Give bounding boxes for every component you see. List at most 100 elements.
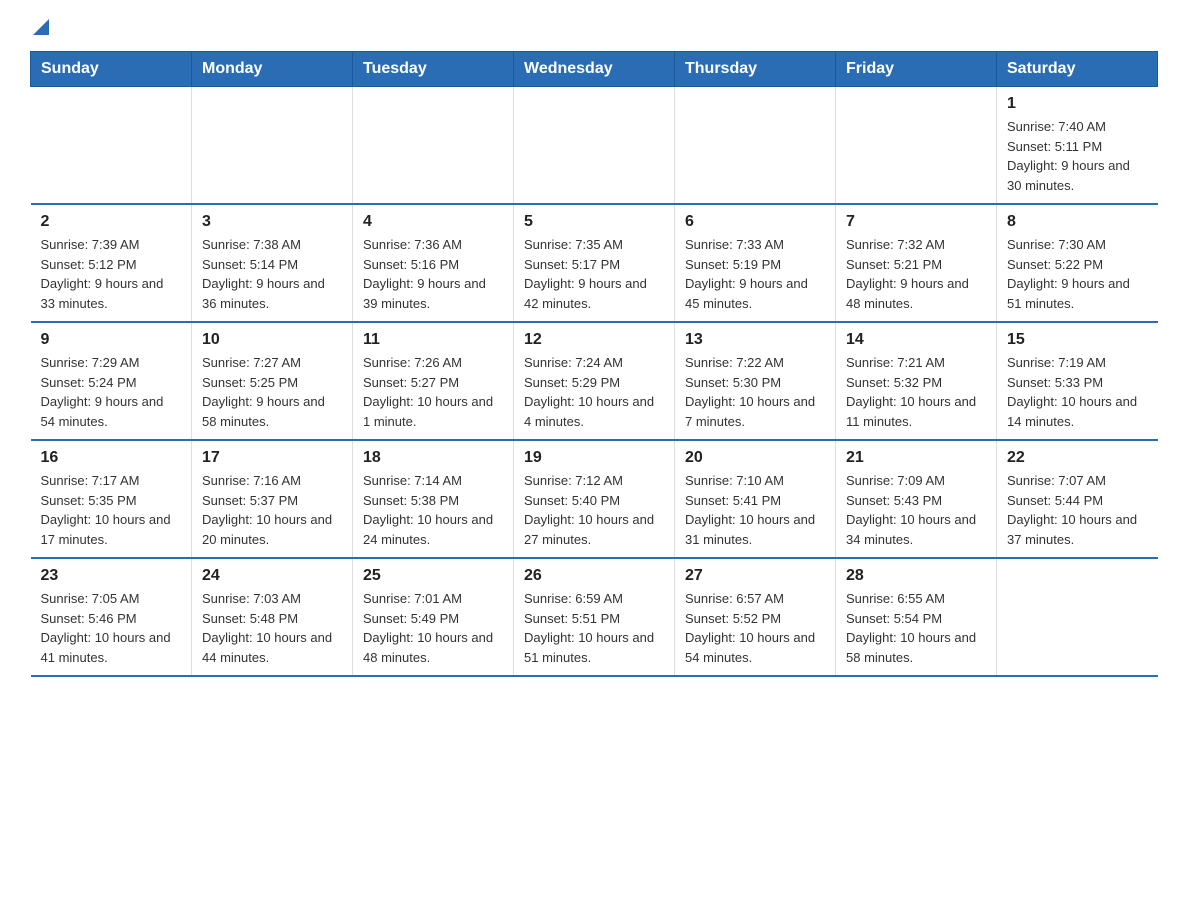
day-number: 13 (685, 331, 825, 349)
calendar-table: SundayMondayTuesdayWednesdayThursdayFrid… (30, 51, 1158, 677)
calendar-cell: 21 Sunrise: 7:09 AMSunset: 5:43 PMDayligh… (836, 440, 997, 558)
weekday-header-thursday: Thursday (675, 52, 836, 87)
day-number: 19 (524, 449, 664, 467)
day-number: 16 (41, 449, 182, 467)
day-info: Sunrise: 7:10 AMSunset: 5:41 PMDaylight:… (685, 471, 825, 549)
day-number: 28 (846, 567, 986, 585)
calendar-cell: 14 Sunrise: 7:21 AMSunset: 5:32 PMDayligh… (836, 322, 997, 440)
day-number: 1 (1007, 95, 1148, 113)
week-row-2: 2Sunrise: 7:39 AMSunset: 5:12 PMDaylight… (31, 204, 1158, 322)
day-info: Sunrise: 6:55 AMSunset: 5:54 PMDaylight:… (846, 589, 986, 667)
day-info: Sunrise: 7:09 AMSunset: 5:43 PMDaylight:… (846, 471, 986, 549)
calendar-cell: 7 Sunrise: 7:32 AMSunset: 5:21 PMDaylight… (836, 204, 997, 322)
day-number: 4 (363, 213, 503, 231)
day-number: 17 (202, 449, 342, 467)
calendar-cell: 18 Sunrise: 7:14 AMSunset: 5:38 PMDayligh… (353, 440, 514, 558)
day-info: Sunrise: 7:26 AMSunset: 5:27 PMDaylight:… (363, 353, 503, 431)
day-info: Sunrise: 7:29 AMSunset: 5:24 PMDaylight:… (41, 353, 182, 431)
day-info: Sunrise: 7:30 AMSunset: 5:22 PMDaylight:… (1007, 235, 1148, 313)
calendar-cell (836, 87, 997, 205)
day-info: Sunrise: 7:27 AMSunset: 5:25 PMDaylight:… (202, 353, 342, 431)
logo (30, 25, 49, 41)
day-number: 8 (1007, 213, 1148, 231)
calendar-cell (31, 87, 192, 205)
calendar-cell: 13 Sunrise: 7:22 AMSunset: 5:30 PMDayligh… (675, 322, 836, 440)
calendar-cell: 4 Sunrise: 7:36 AMSunset: 5:16 PMDaylight… (353, 204, 514, 322)
calendar-cell (514, 87, 675, 205)
weekday-header-tuesday: Tuesday (353, 52, 514, 87)
calendar-cell: 27 Sunrise: 6:57 AMSunset: 5:52 PMDayligh… (675, 558, 836, 676)
calendar-cell: 19 Sunrise: 7:12 AMSunset: 5:40 PMDayligh… (514, 440, 675, 558)
calendar-cell (353, 87, 514, 205)
day-info: Sunrise: 6:57 AMSunset: 5:52 PMDaylight:… (685, 589, 825, 667)
weekday-header-monday: Monday (192, 52, 353, 87)
weekday-header-saturday: Saturday (997, 52, 1158, 87)
day-number: 26 (524, 567, 664, 585)
day-number: 27 (685, 567, 825, 585)
calendar-cell: 15 Sunrise: 7:19 AMSunset: 5:33 PMDayligh… (997, 322, 1158, 440)
day-info: Sunrise: 7:32 AMSunset: 5:21 PMDaylight:… (846, 235, 986, 313)
week-row-1: 1 Sunrise: 7:40 AMSunset: 5:11 PMDaylight… (31, 87, 1158, 205)
calendar-cell: 20 Sunrise: 7:10 AMSunset: 5:41 PMDayligh… (675, 440, 836, 558)
day-info: Sunrise: 7:17 AMSunset: 5:35 PMDaylight:… (41, 471, 182, 549)
calendar-cell: 23 Sunrise: 7:05 AMSunset: 5:46 PMDayligh… (31, 558, 192, 676)
day-number: 24 (202, 567, 342, 585)
day-info: Sunrise: 7:33 AMSunset: 5:19 PMDaylight:… (685, 235, 825, 313)
week-row-5: 23 Sunrise: 7:05 AMSunset: 5:46 PMDayligh… (31, 558, 1158, 676)
day-info: Sunrise: 7:03 AMSunset: 5:48 PMDaylight:… (202, 589, 342, 667)
weekday-header-sunday: Sunday (31, 52, 192, 87)
calendar-cell: 16 Sunrise: 7:17 AMSunset: 5:35 PMDayligh… (31, 440, 192, 558)
day-number: 3 (202, 213, 342, 231)
calendar-cell: 6 Sunrise: 7:33 AMSunset: 5:19 PMDaylight… (675, 204, 836, 322)
day-number: 10 (202, 331, 342, 349)
calendar-cell (192, 87, 353, 205)
day-info: Sunrise: 7:16 AMSunset: 5:37 PMDaylight:… (202, 471, 342, 549)
day-info: Sunrise: 7:40 AMSunset: 5:11 PMDaylight:… (1007, 117, 1148, 195)
day-info: Sunrise: 7:05 AMSunset: 5:46 PMDaylight:… (41, 589, 182, 667)
day-number: 15 (1007, 331, 1148, 349)
calendar-cell (997, 558, 1158, 676)
day-number: 9 (41, 331, 182, 349)
day-info: Sunrise: 7:36 AMSunset: 5:16 PMDaylight:… (363, 235, 503, 313)
day-number: 11 (363, 331, 503, 349)
day-number: 22 (1007, 449, 1148, 467)
week-row-3: 9 Sunrise: 7:29 AMSunset: 5:24 PMDaylight… (31, 322, 1158, 440)
day-number: 20 (685, 449, 825, 467)
day-info: Sunrise: 7:35 AMSunset: 5:17 PMDaylight:… (524, 235, 664, 313)
calendar-cell: 11 Sunrise: 7:26 AMSunset: 5:27 PMDayligh… (353, 322, 514, 440)
day-number: 7 (846, 213, 986, 231)
calendar-cell: 9 Sunrise: 7:29 AMSunset: 5:24 PMDaylight… (31, 322, 192, 440)
week-row-4: 16 Sunrise: 7:17 AMSunset: 5:35 PMDayligh… (31, 440, 1158, 558)
calendar-cell: 26 Sunrise: 6:59 AMSunset: 5:51 PMDayligh… (514, 558, 675, 676)
calendar-cell: 2Sunrise: 7:39 AMSunset: 5:12 PMDaylight… (31, 204, 192, 322)
day-number: 25 (363, 567, 503, 585)
calendar-cell: 1 Sunrise: 7:40 AMSunset: 5:11 PMDaylight… (997, 87, 1158, 205)
calendar-cell: 12 Sunrise: 7:24 AMSunset: 5:29 PMDayligh… (514, 322, 675, 440)
weekday-header-friday: Friday (836, 52, 997, 87)
calendar-cell: 3 Sunrise: 7:38 AMSunset: 5:14 PMDaylight… (192, 204, 353, 322)
day-number: 12 (524, 331, 664, 349)
day-info: Sunrise: 7:19 AMSunset: 5:33 PMDaylight:… (1007, 353, 1148, 431)
calendar-cell: 10 Sunrise: 7:27 AMSunset: 5:25 PMDayligh… (192, 322, 353, 440)
day-number: 5 (524, 213, 664, 231)
day-number: 21 (846, 449, 986, 467)
page-header (30, 20, 1158, 41)
day-number: 14 (846, 331, 986, 349)
calendar-cell: 5 Sunrise: 7:35 AMSunset: 5:17 PMDaylight… (514, 204, 675, 322)
weekday-header-wednesday: Wednesday (514, 52, 675, 87)
day-info: Sunrise: 7:01 AMSunset: 5:49 PMDaylight:… (363, 589, 503, 667)
day-info: Sunrise: 7:12 AMSunset: 5:40 PMDaylight:… (524, 471, 664, 549)
day-info: Sunrise: 7:07 AMSunset: 5:44 PMDaylight:… (1007, 471, 1148, 549)
day-info: Sunrise: 7:22 AMSunset: 5:30 PMDaylight:… (685, 353, 825, 431)
calendar-cell: 28 Sunrise: 6:55 AMSunset: 5:54 PMDayligh… (836, 558, 997, 676)
day-number: 6 (685, 213, 825, 231)
day-info: Sunrise: 7:14 AMSunset: 5:38 PMDaylight:… (363, 471, 503, 549)
day-info: Sunrise: 6:59 AMSunset: 5:51 PMDaylight:… (524, 589, 664, 667)
day-number: 23 (41, 567, 182, 585)
day-info: Sunrise: 7:21 AMSunset: 5:32 PMDaylight:… (846, 353, 986, 431)
logo-triangle-icon (33, 19, 49, 35)
calendar-cell: 8 Sunrise: 7:30 AMSunset: 5:22 PMDaylight… (997, 204, 1158, 322)
day-info: Sunrise: 7:24 AMSunset: 5:29 PMDaylight:… (524, 353, 664, 431)
day-number: 18 (363, 449, 503, 467)
day-info: Sunrise: 7:38 AMSunset: 5:14 PMDaylight:… (202, 235, 342, 313)
